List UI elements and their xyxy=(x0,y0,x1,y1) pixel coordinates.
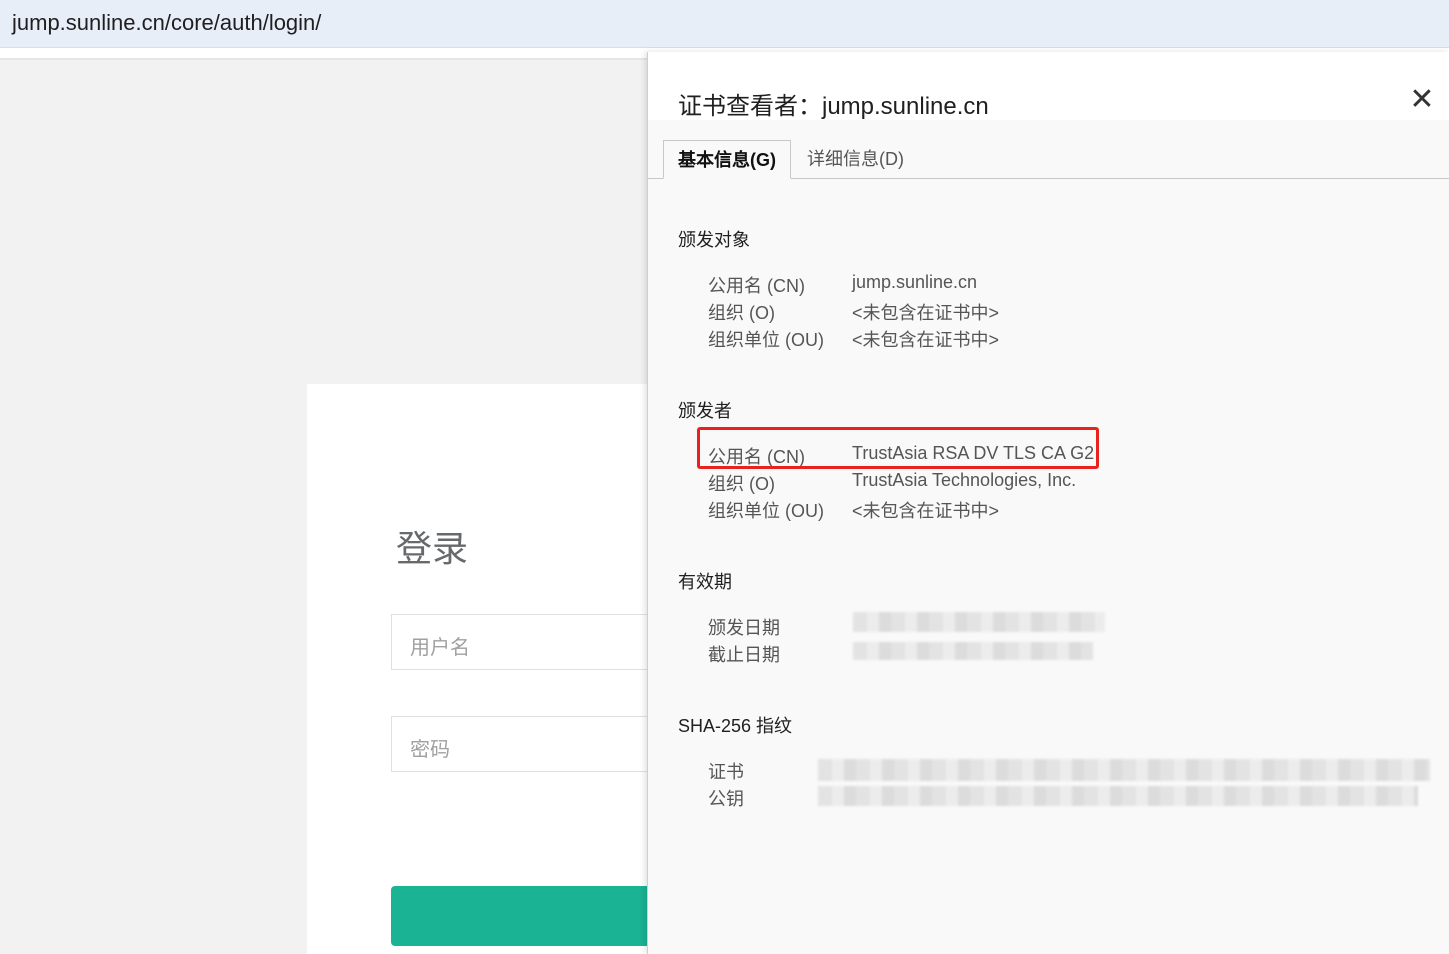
issued-to-ou-row: 组织单位 (OU) <未包含在证书中> xyxy=(708,326,1428,352)
password-placeholder: 密码 xyxy=(410,739,450,761)
address-bar[interactable]: jump.sunline.cn/core/auth/login/ xyxy=(0,0,1449,48)
field-value: jump.sunline.cn xyxy=(852,272,978,292)
login-title: 登录 xyxy=(396,528,469,569)
section-issued-to: 颁发对象 xyxy=(678,230,750,250)
section-validity: 有效期 xyxy=(678,572,732,592)
field-label: 公用名 (CN) xyxy=(708,276,805,296)
field-label: 公钥 xyxy=(708,789,744,809)
redacted-issued-date xyxy=(853,612,1105,632)
close-icon[interactable]: ✕ xyxy=(1408,85,1436,115)
redacted-expiry-date xyxy=(853,642,1093,660)
field-label: 组织单位 (OU) xyxy=(708,330,824,350)
issued-to-o-row: 组织 (O) <未包含在证书中> xyxy=(708,299,1428,325)
field-value: <未包含在证书中> xyxy=(852,303,1000,323)
issued-by-o-row: 组织 (O) TrustAsia Technologies, Inc. xyxy=(708,470,1428,496)
field-value: <未包含在证书中> xyxy=(852,501,1000,521)
login-button[interactable] xyxy=(391,886,691,946)
dialog-header: 证书查看者：jump.sunline.cn ✕ xyxy=(648,52,1449,120)
tab-general[interactable]: 基本信息(G) xyxy=(663,140,791,179)
dialog-title: 证书查看者：jump.sunline.cn xyxy=(678,93,989,120)
issued-by-ou-row: 组织单位 (OU) <未包含在证书中> xyxy=(708,497,1428,523)
section-issued-by: 颁发者 xyxy=(678,401,732,421)
red-highlight-box xyxy=(697,427,1099,469)
field-label: 组织 (O) xyxy=(708,474,775,494)
redacted-cert-fingerprint xyxy=(818,759,1430,781)
field-label: 证书 xyxy=(708,762,744,782)
field-value: <未包含在证书中> xyxy=(852,330,1000,350)
username-placeholder: 用户名 xyxy=(410,637,470,659)
tab-bar: 基本信息(G) 详细信息(D) xyxy=(648,140,1449,179)
redacted-pubkey-fingerprint xyxy=(818,786,1418,806)
password-input[interactable]: 密码 xyxy=(391,716,691,772)
field-label: 组织单位 (OU) xyxy=(708,501,824,521)
username-input[interactable]: 用户名 xyxy=(391,614,691,670)
field-label: 截止日期 xyxy=(708,645,780,665)
section-sha256: SHA-256 指纹 xyxy=(678,716,793,736)
field-label: 颁发日期 xyxy=(708,618,780,638)
certificate-viewer-dialog: 证书查看者：jump.sunline.cn ✕ 基本信息(G) 详细信息(D) … xyxy=(647,52,1449,954)
tab-details[interactable]: 详细信息(D) xyxy=(793,140,918,178)
url-text[interactable]: jump.sunline.cn/core/auth/login/ xyxy=(12,10,321,36)
issued-to-cn-row: 公用名 (CN) jump.sunline.cn xyxy=(708,272,1428,298)
field-label: 组织 (O) xyxy=(708,303,775,323)
field-value: TrustAsia Technologies, Inc. xyxy=(852,470,1077,490)
